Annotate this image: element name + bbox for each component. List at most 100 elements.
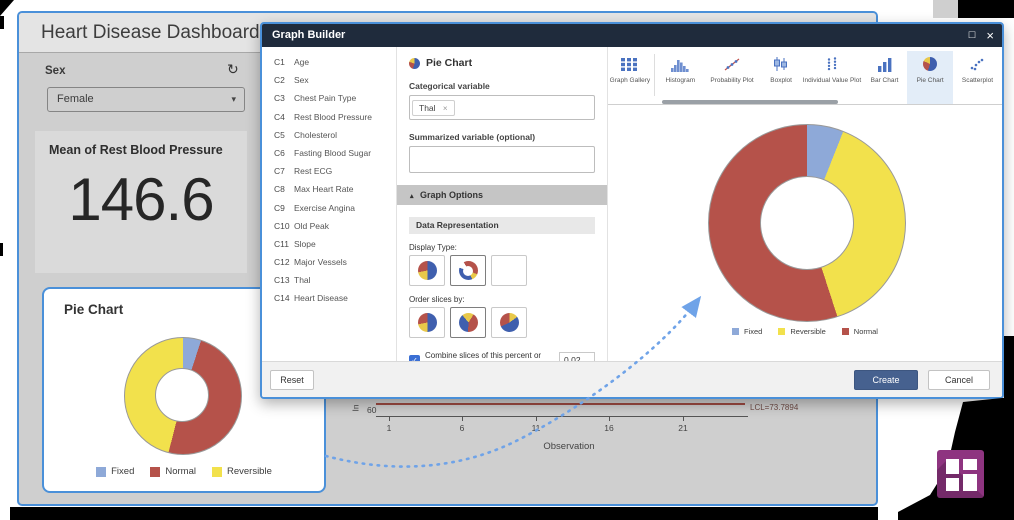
tab-histogram[interactable]: Histogram — [657, 51, 704, 104]
variable-chip-label: Thal — [419, 103, 436, 113]
tab-graph-gallery[interactable]: Graph Gallery — [608, 51, 652, 104]
app-logo[interactable] — [937, 450, 984, 498]
column-name: Thal — [294, 275, 311, 293]
order-slices-label: Order slices by: — [409, 295, 595, 304]
x-tick-label: 16 — [599, 423, 619, 433]
pie-chart-icon — [409, 58, 420, 69]
bar-chart-icon — [862, 53, 908, 75]
axis-tick — [462, 417, 463, 421]
gauge-icon — [499, 265, 519, 276]
mean-card-title: Mean of Rest Blood Pressure — [49, 143, 223, 157]
axis-tick — [609, 417, 610, 421]
logo-pane — [963, 459, 977, 470]
column-name: Sex — [294, 75, 309, 93]
column-id: C8 — [262, 184, 294, 202]
column-name: Rest ECG — [294, 166, 332, 184]
legend-swatch — [778, 328, 785, 335]
legend-label: Fixed — [111, 466, 134, 477]
tab-label: Boxplot — [760, 77, 802, 85]
column-row[interactable]: C8Max Heart Rate — [262, 184, 396, 202]
axis-tick — [536, 417, 537, 421]
preview-panel: Graph Gallery Histogram Probability Plo — [608, 47, 1002, 361]
pie-chart-icon — [907, 53, 953, 75]
pie-order-icon — [459, 313, 478, 332]
order-increasing-button[interactable] — [450, 307, 486, 338]
legend-item: Fixed — [96, 466, 134, 477]
display-type-label: Display Type: — [409, 243, 595, 252]
column-id: C14 — [262, 293, 294, 311]
control-chart-xlabel: Observation — [519, 441, 619, 452]
column-id: C11 — [262, 239, 294, 257]
column-row[interactable]: C7Rest ECG — [262, 166, 396, 184]
cancel-button[interactable]: Cancel — [928, 370, 990, 390]
tab-label: Probability Plot — [704, 77, 760, 85]
mean-card-value: 146.6 — [35, 165, 247, 234]
create-button[interactable]: Create — [854, 370, 918, 390]
column-row[interactable]: C14Heart Disease — [262, 293, 396, 311]
column-row[interactable]: C11Slope — [262, 239, 396, 257]
column-row[interactable]: C2Sex — [262, 75, 396, 93]
small-donut-chart[interactable] — [124, 337, 242, 455]
chip-remove-icon[interactable]: × — [443, 104, 448, 113]
column-row[interactable]: C9Exercise Angina — [262, 203, 396, 221]
toolbar-scrollbar[interactable] — [662, 100, 838, 104]
sex-filter-select[interactable]: Female ▾ — [47, 87, 245, 112]
column-id: C7 — [262, 166, 294, 184]
column-row[interactable]: C1Age — [262, 57, 396, 75]
column-name: Old Peak — [294, 221, 329, 239]
close-icon[interactable]: × — [986, 24, 994, 47]
legend-swatch — [96, 467, 106, 477]
big-donut-chart[interactable] — [708, 124, 906, 322]
variable-chip[interactable]: Thal × — [412, 100, 455, 116]
column-row[interactable]: C6Fasting Blood Sugar — [262, 148, 396, 166]
legend-item: Normal — [150, 466, 196, 477]
display-type-options — [409, 255, 595, 286]
column-row[interactable]: C12Major Vessels — [262, 257, 396, 275]
lcl-annotation: LCL=73.7894 — [750, 403, 798, 412]
column-id: C2 — [262, 75, 294, 93]
tab-boxplot[interactable]: Boxplot — [760, 51, 802, 104]
graph-builder-titlebar[interactable]: Graph Builder □ × — [262, 24, 1002, 47]
categorical-variable-field[interactable]: Thal × — [409, 95, 595, 120]
column-row[interactable]: C3Chest Pain Type — [262, 93, 396, 111]
panel-header: Pie Chart — [409, 57, 595, 69]
summarized-variable-field[interactable] — [409, 146, 595, 173]
pie-chart-panel-title: Pie Chart — [64, 302, 123, 317]
order-slices-options — [409, 307, 595, 338]
graph-options-label: Graph Options — [420, 190, 483, 200]
graph-options-header[interactable]: ▴ Graph Options — [397, 185, 607, 205]
graph-builder-body: C1Age C2Sex C3Chest Pain Type C4Rest Blo… — [262, 47, 1002, 361]
column-row[interactable]: C4Rest Blood Pressure — [262, 112, 396, 130]
column-name: Heart Disease — [294, 293, 348, 311]
graph-builder-title: Graph Builder — [272, 24, 345, 47]
display-type-pie-button[interactable] — [409, 255, 445, 286]
axis-tick — [389, 417, 390, 421]
display-type-gauge-button[interactable] — [491, 255, 527, 286]
maximize-icon[interactable]: □ — [969, 24, 976, 47]
tab-bar-chart[interactable]: Bar Chart — [862, 51, 908, 104]
tab-pie-chart-selected[interactable]: Pie Chart — [907, 51, 953, 104]
column-row[interactable]: C10Old Peak — [262, 221, 396, 239]
tab-probability-plot[interactable]: Probability Plot — [704, 51, 760, 104]
order-decreasing-button[interactable] — [491, 307, 527, 338]
tab-scatterplot[interactable]: Scatterplot — [953, 51, 1002, 104]
tab-individual-value-plot[interactable]: Individual Value Plot — [802, 51, 862, 104]
refresh-icon[interactable]: ↻ — [227, 61, 239, 78]
reset-button[interactable]: Reset — [270, 370, 314, 390]
display-type-donut-button[interactable] — [450, 255, 486, 286]
column-row[interactable]: C5Cholesterol — [262, 130, 396, 148]
collapse-icon: ▴ — [410, 193, 414, 200]
pie-chart-options-panel: Pie Chart Categorical variable Thal × Su… — [396, 47, 608, 361]
tab-label: Individual Value Plot — [802, 77, 862, 85]
mean-card: Mean of Rest Blood Pressure 146.6 — [35, 131, 247, 273]
order-default-button[interactable] — [409, 307, 445, 338]
control-chart-x-axis — [376, 416, 748, 417]
column-id: C4 — [262, 112, 294, 130]
legend-item: Fixed — [732, 327, 762, 336]
legend-swatch — [842, 328, 849, 335]
legend-item: Reversible — [212, 466, 272, 477]
legend-label: Normal — [165, 466, 196, 477]
control-chart-ytick: 60 — [367, 405, 376, 415]
column-row[interactable]: C13Thal — [262, 275, 396, 293]
probability-plot-icon — [704, 53, 760, 75]
